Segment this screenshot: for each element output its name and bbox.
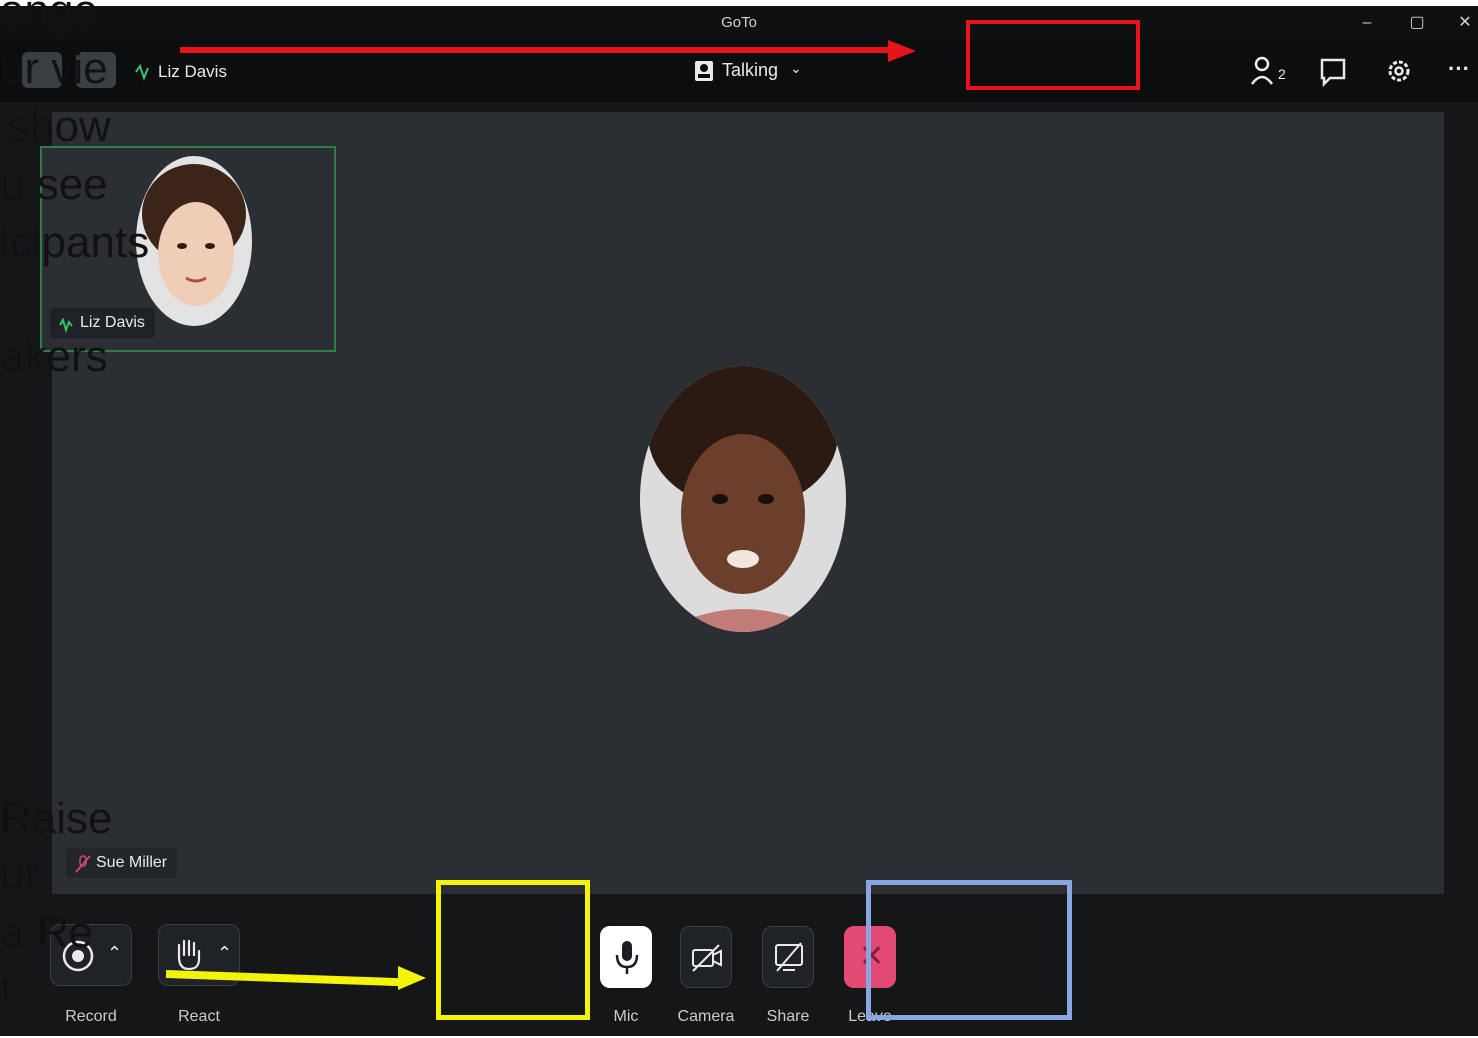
record-label: Record	[65, 1008, 117, 1025]
maximize-icon[interactable]: ▢	[1402, 10, 1432, 36]
thumbnail-avatar	[136, 156, 252, 326]
view-mode-dropdown[interactable]: Talking ⌄	[692, 54, 812, 88]
overlay-text-line: ur	[0, 850, 40, 899]
overlay-text-line: ur vie	[0, 44, 108, 93]
overlay-text-line: t	[0, 964, 13, 1013]
raise-hand-icon	[177, 939, 201, 971]
overlay-text-line: show	[8, 102, 111, 151]
muted-mic-icon	[75, 855, 91, 873]
title-bar: GoTo – ▢ ✕	[0, 6, 1478, 40]
chevron-down-icon: ⌄	[790, 60, 802, 76]
share-screen-off-icon	[775, 942, 803, 972]
participant-count: 2	[1278, 66, 1286, 82]
speaking-icon	[135, 63, 149, 81]
mic-icon	[615, 941, 639, 974]
mic-button[interactable]	[600, 926, 652, 988]
participants-icon[interactable]	[1248, 54, 1282, 88]
red-highlight-box	[966, 20, 1140, 90]
overlay-text-line: ange	[0, 0, 98, 35]
red-annotation-arrowhead	[888, 40, 916, 62]
close-icon[interactable]: ✕	[1450, 10, 1478, 36]
yellow-highlight-box	[436, 880, 590, 1020]
blue-highlight-box	[866, 880, 1072, 1020]
active-speaker-name: Liz Davis	[158, 62, 227, 81]
react-label: React	[178, 1008, 220, 1025]
red-annotation-arrow-line	[180, 47, 900, 53]
view-mode-label: Talking	[722, 60, 779, 80]
main-speaker-avatar	[640, 366, 846, 632]
overlay-text-line: u see	[0, 160, 108, 209]
camera-off-icon	[692, 944, 722, 972]
window-title: GoTo	[721, 14, 757, 31]
chat-icon[interactable]	[1316, 54, 1350, 88]
react-options-chevron-icon[interactable]: ⌃	[217, 943, 232, 964]
record-options-chevron-icon[interactable]: ⌃	[107, 943, 122, 964]
overlay-text-line: a Re	[0, 908, 93, 957]
settings-gear-icon[interactable]	[1382, 54, 1416, 88]
minimize-icon[interactable]: –	[1352, 10, 1382, 36]
meeting-window: GoTo – ▢ ✕ Liz Davis Talking ⌄ 2 ··· Sue…	[0, 6, 1478, 1036]
overlay-text-line: Raise	[0, 794, 113, 843]
yellow-annotation-arrowhead	[398, 966, 426, 990]
share-button[interactable]	[762, 926, 814, 988]
camera-label: Camera	[677, 1008, 735, 1025]
more-options-icon[interactable]: ···	[1448, 56, 1470, 82]
share-label: Share	[766, 1008, 810, 1025]
muted-participant-tag: Sue Miller	[66, 848, 178, 878]
overlay-text-line: icipants	[0, 218, 150, 267]
muted-participant-name: Sue Miller	[96, 854, 168, 871]
overlay-text-line: akers	[0, 332, 108, 381]
person-card-icon	[695, 61, 713, 81]
camera-button[interactable]	[680, 926, 732, 988]
mic-label: Mic	[613, 1008, 639, 1025]
